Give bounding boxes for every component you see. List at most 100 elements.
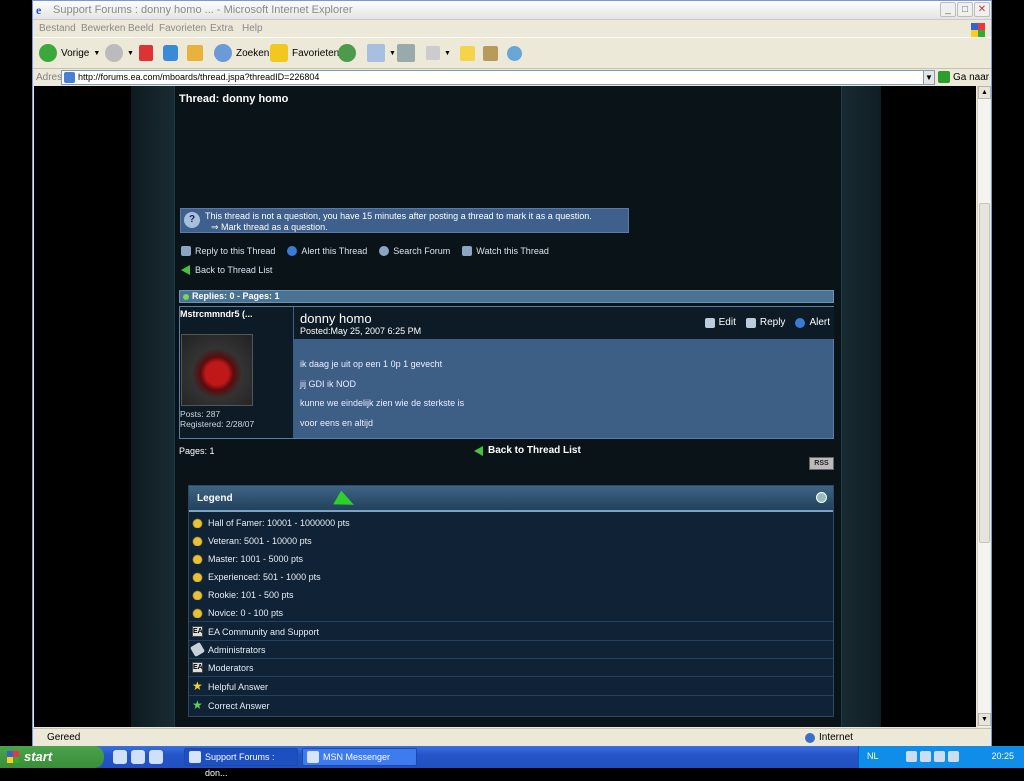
task-msn-messenger[interactable]: MSN Messenger: [302, 748, 417, 766]
page-viewport: Thread: donny homo ? This thread is not …: [34, 86, 976, 727]
rss-button[interactable]: RSS: [809, 457, 834, 470]
scroll-up-button[interactable]: ▲: [978, 86, 991, 99]
research-icon: [483, 45, 498, 61]
menu-bewerken[interactable]: Bewerken: [81, 23, 125, 34]
author-name[interactable]: Mstrcmmndr5 (...: [180, 309, 253, 319]
home-button[interactable]: [187, 42, 203, 64]
scroll-down-button[interactable]: ▼: [978, 713, 991, 726]
taskbar: start Support Forums : don... MSN Messen…: [0, 746, 1024, 778]
refresh-icon: [163, 45, 178, 61]
info-text: This thread is not a question, you have …: [205, 211, 592, 221]
mark-question-link[interactable]: ⇒ Mark thread as a question.: [211, 222, 328, 233]
ea-icon: EA: [192, 626, 203, 637]
ie-icon: e: [36, 3, 42, 17]
search-button[interactable]: Zoeken: [214, 42, 269, 64]
post: Mstrcmmndr5 (... Posts: 287 Registered: 2…: [179, 306, 834, 439]
scroll-thumb[interactable]: [979, 203, 990, 543]
legend-header: Legend: [189, 486, 833, 512]
refresh-button[interactable]: [163, 42, 178, 64]
address-input[interactable]: http://forums.ea.com/mboards/thread.jspa…: [61, 70, 934, 85]
tray-network-icon[interactable]: [920, 751, 931, 762]
history-button[interactable]: [338, 42, 356, 64]
window-title: Support Forums : donny homo ... - Micros…: [53, 4, 353, 16]
address-dropdown[interactable]: ▼: [923, 70, 935, 85]
minimize-button[interactable]: _: [940, 2, 956, 17]
legend-title: Legend: [197, 493, 233, 504]
alert-post-button[interactable]: Alert: [795, 317, 830, 328]
maximize-button[interactable]: □: [957, 2, 973, 17]
mail-button[interactable]: ▼: [367, 42, 396, 64]
menu-bestand[interactable]: Bestand: [39, 23, 76, 34]
messenger-button[interactable]: [507, 42, 522, 64]
quicklaunch-desktop-icon[interactable]: [113, 750, 127, 764]
status-text: Gereed: [47, 732, 81, 743]
post-line: ik daag je uit op een 1 0p 1 gevecht: [300, 359, 443, 369]
back-to-thread-list-bottom-link[interactable]: Back to Thread List: [474, 445, 581, 456]
registered-date: Registered: 2/28/07: [180, 419, 255, 429]
menu-beeld[interactable]: Beeld: [128, 23, 154, 34]
reply-post-button[interactable]: Reply: [745, 317, 785, 328]
wrench-icon: [189, 641, 206, 658]
medal-icon: [192, 571, 203, 582]
edit-button[interactable]: ▼: [426, 42, 451, 64]
legend-item: Experienced: 501 - 1000 pts: [189, 568, 833, 586]
star-icon: ★: [192, 698, 203, 712]
tray-chevron-icon[interactable]: [906, 751, 917, 762]
print-button[interactable]: [397, 42, 415, 64]
tray-volume-icon[interactable]: [948, 751, 959, 762]
go-button[interactable]: Ga naar: [938, 71, 989, 83]
back-to-thread-list-link[interactable]: Back to Thread List: [181, 265, 272, 275]
edit-icon: [426, 46, 440, 60]
legend-panel: Legend Hall of Famer: 10001 - 1000000 pt…: [188, 485, 834, 717]
legend-item: Administrators: [189, 641, 833, 659]
favorites-button[interactable]: Favorieten: [270, 42, 339, 64]
replies-bar: Replies: 0 - Pages: 1: [179, 290, 834, 303]
clock: 20:25: [991, 751, 1014, 761]
back-arrow-icon: [39, 44, 57, 62]
discuss-button[interactable]: [460, 42, 475, 64]
menu-favorieten[interactable]: Favorieten: [159, 23, 206, 34]
note-icon: [460, 45, 475, 61]
quicklaunch-media-icon[interactable]: [149, 750, 163, 764]
start-button[interactable]: start: [0, 746, 104, 768]
thread-actions: Reply to this Thread Alert this Thread S…: [181, 246, 549, 256]
tray-messenger-icon[interactable]: [934, 751, 945, 762]
legend-item: Hall of Famer: 10001 - 1000000 pts: [189, 514, 833, 532]
back-button[interactable]: Vorige ▼: [39, 42, 100, 64]
language-indicator[interactable]: NL: [867, 751, 879, 761]
alert-thread-link[interactable]: Alert this Thread: [287, 246, 367, 256]
quicklaunch-ie-icon[interactable]: [131, 750, 145, 764]
legend-item: ★ Correct Answer: [192, 698, 270, 712]
research-button[interactable]: [483, 42, 498, 64]
security-zone: Internet: [805, 732, 853, 743]
messenger-icon: [507, 45, 522, 61]
legend-item: Novice: 0 - 100 pts: [189, 604, 833, 622]
search-icon: [379, 246, 390, 256]
vertical-scrollbar[interactable]: ▲ ▼: [977, 86, 991, 727]
task-support-forums[interactable]: Support Forums : don...: [184, 748, 298, 778]
close-button[interactable]: ✕: [974, 2, 990, 17]
menu-help[interactable]: Help: [242, 23, 263, 34]
stop-icon: [139, 45, 153, 61]
back-arrow-icon: [181, 265, 190, 275]
printer-icon: [397, 44, 415, 62]
question-info-box: ? This thread is not a question, you hav…: [180, 208, 629, 233]
legend-item: Rookie: 101 - 500 pts: [189, 586, 833, 604]
reply-thread-link[interactable]: Reply to this Thread: [181, 246, 275, 256]
menu-extra[interactable]: Extra: [210, 23, 233, 34]
avatar: [181, 334, 253, 406]
post-author-panel: Mstrcmmndr5 (... Posts: 287 Registered: 2…: [180, 307, 293, 438]
back-arrow-icon: [474, 445, 483, 456]
reply-icon: [181, 246, 191, 256]
help-icon[interactable]: [816, 492, 827, 503]
edit-icon: [704, 317, 715, 328]
watch-thread-link[interactable]: Watch this Thread: [462, 246, 549, 256]
edit-post-button[interactable]: Edit: [704, 317, 736, 328]
search-forum-link[interactable]: Search Forum: [379, 246, 450, 256]
forward-button[interactable]: ▼: [105, 42, 134, 64]
post-actions: Edit Reply Alert: [704, 317, 830, 328]
title-bar[interactable]: e Support Forums : donny homo ... - Micr…: [33, 1, 991, 20]
toolbar: Vorige ▼ ▼ Zoeken Favorieten ▼ ▼: [33, 37, 991, 68]
windows-logo-icon: [971, 23, 985, 37]
stop-button[interactable]: [139, 42, 153, 64]
